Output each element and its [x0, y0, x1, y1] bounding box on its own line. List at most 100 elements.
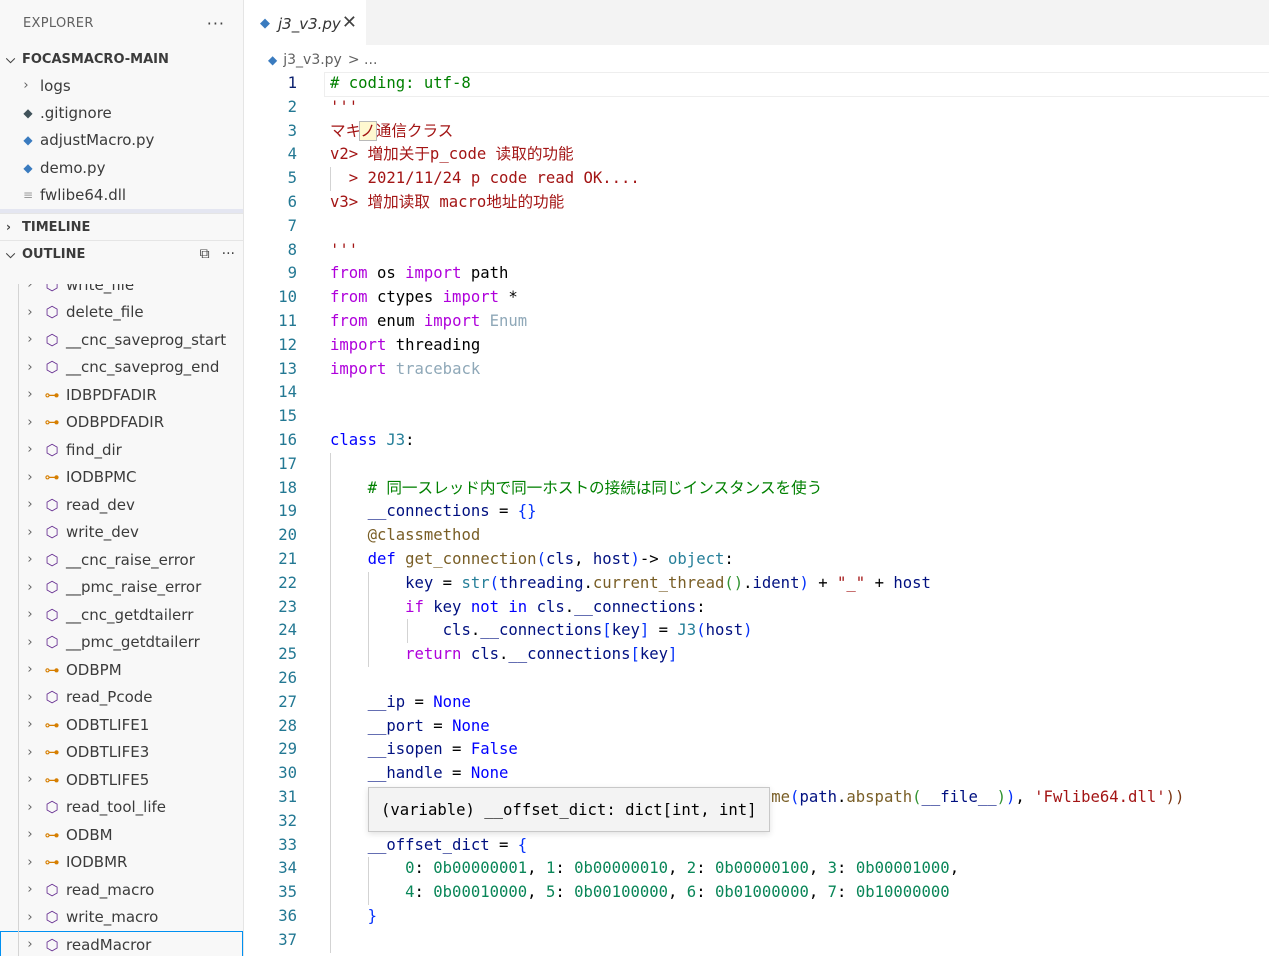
outline-item[interactable]: › ⬡ read_macro — [0, 876, 243, 904]
chevron-right-icon[interactable]: › — [22, 910, 38, 925]
code-line[interactable]: 34 0: 0b00000001, 1: 0b00000010, 2: 0b00… — [244, 857, 1269, 881]
code-line[interactable]: 5 > 2021/11/24 p code read OK.... — [244, 167, 1269, 191]
outline-item[interactable]: › ⬡ readMacror — [0, 931, 243, 956]
code-line[interactable]: 19 __connections = {} — [244, 500, 1269, 524]
tab-j3-v3[interactable]: ◆ j3_v3.py ✕ — [244, 0, 366, 46]
code-line[interactable]: 26 — [244, 667, 1269, 691]
outline-more-icon[interactable]: ··· — [222, 246, 235, 262]
code-line[interactable]: 16 class J3: — [244, 429, 1269, 453]
chevron-right-icon[interactable]: › — [22, 284, 38, 292]
outline-item[interactable]: › ⊶ IODBMR — [0, 848, 243, 876]
outline-item[interactable]: › ⊶ ODBTLIFE1 — [0, 711, 243, 739]
chevron-right-icon[interactable]: › — [22, 497, 38, 512]
outline-item[interactable]: › ⬡ __cnc_getdtailerr — [0, 601, 243, 629]
code-line[interactable]: 17 — [244, 453, 1269, 477]
chevron-right-icon[interactable]: › — [22, 442, 38, 457]
chevron-right-icon[interactable]: › — [22, 332, 38, 347]
code-line[interactable]: 33 __offset_dict = { — [244, 834, 1269, 858]
outline-header[interactable]: ⌵ OUTLINE ⧉ ··· — [0, 240, 243, 267]
code-line[interactable]: 8 ''' — [244, 239, 1269, 263]
outline-item[interactable]: › ⬡ read_Pcode — [0, 683, 243, 711]
code-line[interactable]: 28 __port = None — [244, 715, 1269, 739]
chevron-right-icon[interactable]: › — [22, 855, 38, 870]
outline-item[interactable]: › ⊶ ODBPM — [0, 656, 243, 684]
outline-item[interactable]: › ⊶ ODBM — [0, 821, 243, 849]
outline-item[interactable]: › ⬡ find_dir — [0, 436, 243, 464]
file-item[interactable]: ◆ .gitignore — [0, 99, 243, 126]
code-line[interactable]: 9 from os import path — [244, 262, 1269, 286]
chevron-right-icon[interactable]: › — [22, 827, 38, 842]
outline-item[interactable]: › ⊶ ODBTLIFE5 — [0, 766, 243, 794]
outline-item[interactable]: › ⬡ write_file — [0, 284, 243, 299]
chevron-right-icon[interactable]: › — [22, 360, 38, 375]
outline-item[interactable]: › ⊶ IDBPDFADIR — [0, 381, 243, 409]
outline-item[interactable]: › ⬡ write_dev — [0, 518, 243, 546]
chevron-right-icon[interactable]: › — [22, 525, 38, 540]
code-line[interactable]: 22 key = str(threading.current_thread().… — [244, 572, 1269, 596]
collapse-all-icon[interactable]: ⧉ — [200, 246, 210, 262]
outline-item[interactable]: › ⊶ ODBPDFADIR — [0, 408, 243, 436]
code-line[interactable]: 21 def get_connection(cls, host)-> objec… — [244, 548, 1269, 572]
outline-item[interactable]: › ⬡ read_dev — [0, 491, 243, 519]
code-line[interactable]: 24 cls.__connections[key] = J3(host) — [244, 619, 1269, 643]
outline-item[interactable]: › ⬡ read_tool_life — [0, 793, 243, 821]
outline-item[interactable]: › ⬡ __cnc_saveprog_start — [0, 326, 243, 354]
code-line[interactable]: 7 — [244, 215, 1269, 239]
outline-item[interactable]: › ⊶ IODBPMC — [0, 463, 243, 491]
code-line[interactable]: 11 from enum import Enum — [244, 310, 1269, 334]
code-line[interactable]: 2 ''' — [244, 96, 1269, 120]
code-line[interactable]: 10 from ctypes import * — [244, 286, 1269, 310]
chevron-right-icon[interactable]: › — [22, 690, 38, 705]
breadcrumb-rest[interactable]: > ... — [348, 52, 378, 68]
code-line[interactable]: 14 — [244, 381, 1269, 405]
project-header[interactable]: ⌵ FOCASMACRO-MAIN — [0, 46, 243, 72]
code-line[interactable]: 29 __isopen = False — [244, 738, 1269, 762]
code-line[interactable]: 36 } — [244, 905, 1269, 929]
close-icon[interactable]: ✕ — [342, 12, 357, 33]
chevron-right-icon[interactable]: › — [22, 635, 38, 650]
chevron-right-icon[interactable]: › — [22, 415, 38, 430]
outline-item[interactable]: › ⬡ __cnc_saveprog_end — [0, 353, 243, 381]
outline-item[interactable]: › ⬡ __pmc_raise_error — [0, 573, 243, 601]
code-line[interactable]: 15 — [244, 405, 1269, 429]
chevron-right-icon[interactable]: › — [22, 662, 38, 677]
explorer-more-icon[interactable]: ··· — [207, 14, 225, 33]
code-line[interactable]: 3 マキノ通信クラス — [244, 120, 1269, 144]
outline-item[interactable]: › ⬡ write_macro — [0, 903, 243, 931]
code-line[interactable]: 12 import threading — [244, 334, 1269, 358]
code-line[interactable]: 13 import traceback — [244, 358, 1269, 382]
chevron-right-icon[interactable]: › — [22, 305, 38, 320]
file-item[interactable]: ◆ demo.py — [0, 154, 243, 181]
chevron-right-icon[interactable]: › — [22, 470, 38, 485]
code-line[interactable]: 30 __handle = None — [244, 762, 1269, 786]
chevron-right-icon[interactable]: › — [22, 937, 38, 952]
chevron-right-icon[interactable]: › — [22, 607, 38, 622]
chevron-right-icon[interactable]: › — [22, 580, 38, 595]
breadcrumb-file[interactable]: j3_v3.py — [283, 52, 342, 68]
code-line[interactable]: 23 if key not in cls.__connections: — [244, 596, 1269, 620]
code-line[interactable]: 37 — [244, 929, 1269, 953]
timeline-header[interactable]: › TIMELINE — [0, 213, 243, 240]
file-item[interactable]: › logs — [0, 72, 243, 99]
outline-item[interactable]: › ⬡ __pmc_getdtailerr — [0, 628, 243, 656]
code-line[interactable]: 18 # 同一スレッド内で同一ホストの接続は同じインスタンスを使う — [244, 477, 1269, 501]
chevron-right-icon[interactable]: › — [22, 882, 38, 897]
code-line[interactable]: 25 return cls.__connections[key] — [244, 643, 1269, 667]
outline-item[interactable]: › ⬡ delete_file — [0, 298, 243, 326]
code-line[interactable]: 35 4: 0b00010000, 5: 0b00100000, 6: 0b01… — [244, 881, 1269, 905]
chevron-right-icon[interactable]: › — [22, 745, 38, 760]
code-line[interactable]: 20 @classmethod — [244, 524, 1269, 548]
file-item[interactable]: ≡ fwlibe64.dll — [0, 182, 243, 209]
chevron-right-icon[interactable]: › — [22, 387, 38, 402]
outline-item[interactable]: › ⬡ __cnc_raise_error — [0, 546, 243, 574]
file-item[interactable]: ◆ adjustMacro.py — [0, 127, 243, 154]
outline-item[interactable]: › ⊶ ODBTLIFE3 — [0, 738, 243, 766]
chevron-right-icon[interactable]: › — [22, 717, 38, 732]
chevron-right-icon[interactable]: › — [22, 800, 38, 815]
chevron-right-icon[interactable]: › — [22, 552, 38, 567]
code-line[interactable]: 1 # coding: utf-8 — [244, 72, 1269, 97]
code-line[interactable]: 27 __ip = None — [244, 691, 1269, 715]
code-line[interactable]: 4 v2> 増加关于p_code 读取的功能 — [244, 143, 1269, 167]
chevron-right-icon[interactable]: › — [22, 772, 38, 787]
code-line[interactable]: 6 v3> 增加读取 macro地址的功能 — [244, 191, 1269, 215]
